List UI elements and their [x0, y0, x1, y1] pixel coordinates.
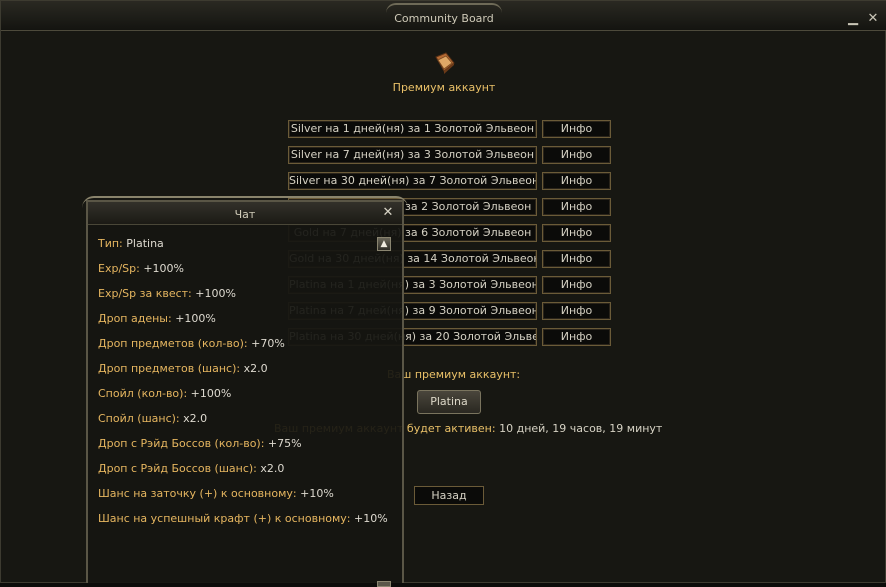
back-button[interactable]: Назад [414, 486, 484, 505]
chat-line-key: Exp/Sp за квест: [98, 287, 192, 300]
chat-line: Спойл (кол-во): +100% [98, 387, 231, 400]
chat-line-value: +100% [175, 312, 216, 325]
chat-line-value: x2.0 [183, 412, 208, 425]
minimize-icon[interactable]: ▁ [846, 12, 860, 26]
chat-line-value: x2.0 [260, 462, 285, 475]
chat-line-key: Дроп предметов (шанс): [98, 362, 241, 375]
chat-line-key: Тип: [98, 237, 123, 250]
chat-line-key: Дроп с Рэйд Боссов (шанс): [98, 462, 257, 475]
chat-line: Exp/Sp за квест: +100% [98, 287, 236, 300]
info-button[interactable]: Инфо [542, 328, 611, 346]
chat-line-key: Спойл (шанс): [98, 412, 180, 425]
chat-line: Exp/Sp: +100% [98, 262, 184, 275]
chat-line-value: +100% [190, 387, 232, 400]
premium-option-button[interactable]: Silver на 7 дней(ня) за 3 Золотой Эльвео… [288, 146, 537, 164]
info-button[interactable]: Инфо [542, 276, 611, 294]
premium-option-button[interactable]: Silver на 30 дней(ня) за 7 Золотой Эльве… [288, 172, 537, 190]
chat-line-key: Дроп с Рэйд Боссов (кол-во): [98, 437, 265, 450]
chat-line-value: +10% [300, 487, 334, 500]
chat-line-value: +75% [267, 437, 302, 450]
info-button[interactable]: Инфо [542, 302, 611, 320]
expiry-value: 10 дней, 19 часов, 19 минут [499, 422, 663, 435]
chat-line-key: Дроп предметов (кол-во): [98, 337, 248, 350]
info-button[interactable]: Инфо [542, 146, 611, 164]
chat-line: Дроп с Рэйд Боссов (кол-во): +75% [98, 437, 302, 450]
info-button[interactable]: Инфо [542, 120, 611, 138]
chat-line-key: Спойл (кол-во): [98, 387, 188, 400]
chat-line-key: Exp/Sp: [98, 262, 140, 275]
chat-line: Дроп предметов (шанс): x2.0 [98, 362, 268, 375]
chat-line-value: x2.0 [243, 362, 268, 375]
chat-line: Дроп адены: +100% [98, 312, 216, 325]
info-button[interactable]: Инфо [542, 224, 611, 242]
chat-line-value: +100% [143, 262, 184, 275]
current-plan-button[interactable]: Platina [417, 390, 481, 414]
chat-line: Дроп с Рэйд Боссов (шанс): x2.0 [98, 462, 284, 475]
chat-title-bar[interactable]: Чат ✕ [88, 202, 402, 225]
info-button[interactable]: Инфо [542, 250, 611, 268]
chat-line: Тип: Platina [98, 237, 164, 250]
chat-line: Шанс на успешный крафт (+) к основному: … [98, 512, 388, 525]
scroll-up-icon[interactable]: ▲ [377, 237, 391, 251]
info-button[interactable]: Инфо [542, 172, 611, 190]
chat-title: Чат [234, 208, 256, 221]
close-icon[interactable]: ✕ [866, 12, 880, 26]
page-title: Премиум аккаунт [392, 81, 496, 94]
chat-line-key: Дроп адены: [98, 312, 172, 325]
chat-window: Чат ✕ ▲ Тип: Platina Exp/Sp: +100% Exp/Sp … [82, 196, 408, 587]
chat-line-value: +70% [251, 337, 285, 350]
chat-line: Спойл (шанс): x2.0 [98, 412, 207, 425]
chat-body: ▲ Тип: Platina Exp/Sp: +100% Exp/Sp за кве… [88, 224, 402, 587]
chat-line-key: Шанс на заточку (+) к основному: [98, 487, 297, 500]
book-icon [435, 52, 455, 74]
chat-line: Шанс на заточку (+) к основному: +10% [98, 487, 334, 500]
info-button[interactable]: Инфо [542, 198, 611, 216]
scroll-down-icon[interactable] [377, 581, 391, 587]
chat-line-value: Platina [126, 237, 164, 250]
close-icon[interactable]: ✕ [382, 206, 394, 219]
premium-option-button[interactable]: Silver на 1 дней(ня) за 1 Золотой Эльвео… [288, 120, 537, 138]
premium-status-label: Ваш премиум аккаунт: [387, 368, 521, 381]
window-title: Community Board [394, 12, 494, 25]
chat-line: Дроп предметов (кол-во): +70% [98, 337, 285, 350]
chat-line-key: Шанс на успешный крафт (+) к основному: [98, 512, 351, 525]
chat-line-value: +100% [195, 287, 236, 300]
chat-line-value: +10% [354, 512, 388, 525]
title-bar[interactable]: Community Board ▁ ✕ [1, 1, 886, 31]
